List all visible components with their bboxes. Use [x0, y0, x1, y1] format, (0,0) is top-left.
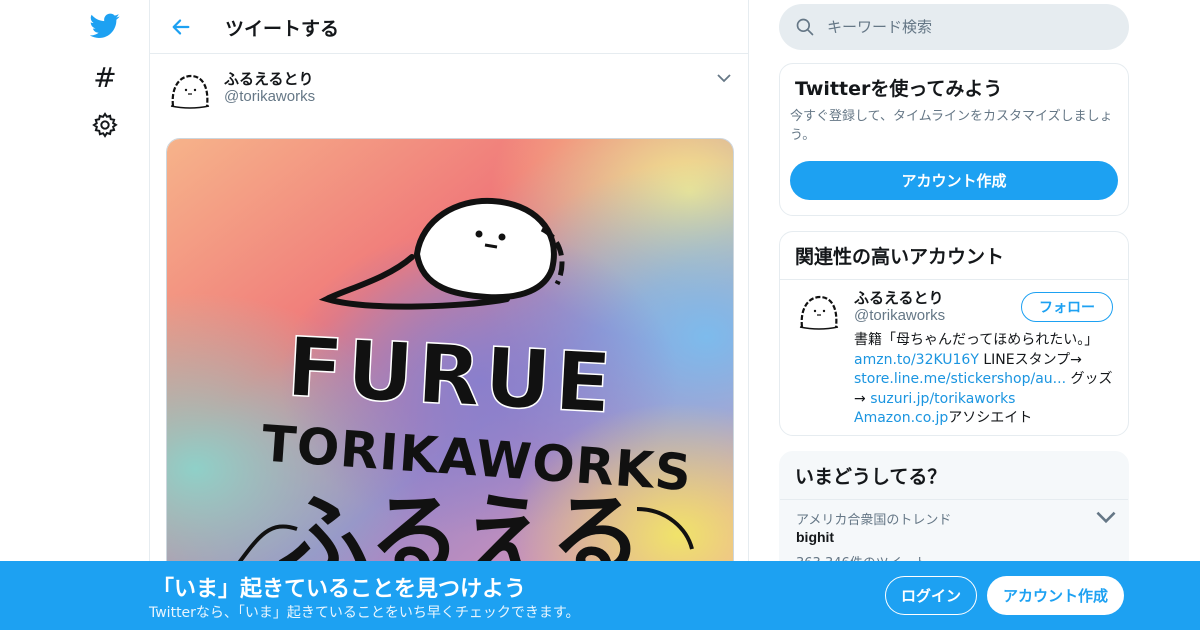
bio-text: LINEスタンプ→	[978, 351, 1082, 368]
trend-item[interactable]: bighit	[796, 529, 834, 545]
author-name[interactable]: ふるえるとり	[224, 68, 314, 89]
search-icon	[796, 18, 814, 36]
main-column: ツイートする ふるえるとり @torikaworks FURUE TORIKAW…	[149, 0, 749, 630]
page-header: ツイートする	[150, 0, 748, 54]
related-account-bio: 書籍「母ちゃんだってほめられたい。」 amzn.to/32KU16Y LINEスタ…	[854, 331, 1116, 429]
signup-banner: 「いま」起きていることを見つけよう Twitterなら、「いま」起きていることを…	[0, 561, 1200, 630]
page-title: ツイートする	[225, 18, 340, 40]
banner-subtitle: Twitterなら、「いま」起きていることをいち早くチェックできます。	[149, 605, 580, 621]
signup-card-description: 今すぐ登録して、タイムラインをカスタマイズしましょう。	[790, 109, 1113, 143]
trends-card-title: いまどうしてる？	[780, 452, 1128, 500]
bio-text: 書籍「母ちゃんだってほめられたい。」	[854, 332, 1099, 348]
hashtag-glyph: #	[93, 61, 117, 94]
tweet-menu-button[interactable]	[714, 68, 734, 88]
follow-button[interactable]: フォロー	[1021, 292, 1113, 322]
left-nav: #	[80, 0, 130, 630]
banner-title: 「いま」起きていることを見つけよう	[152, 577, 527, 602]
login-button[interactable]: ログイン	[885, 576, 977, 615]
signup-card-title: Twitterを使ってみよう	[795, 78, 1003, 100]
tweet-image[interactable]: FURUE TORIKAWORKS ふるえる	[166, 138, 734, 578]
image-word-furue: FURUE	[285, 320, 618, 432]
chevron-down-icon	[717, 74, 731, 83]
arrow-left-icon	[172, 19, 190, 35]
back-button[interactable]	[168, 14, 194, 40]
bio-link-suzuri[interactable]: suzuri.jp/torikaworks	[870, 391, 1015, 407]
bio-link-amazon-jp[interactable]: Amazon.co.jp	[854, 410, 948, 426]
related-account-handle[interactable]: @torikaworks	[854, 307, 945, 324]
chevron-down-icon[interactable]	[1096, 507, 1116, 527]
bio-link-line[interactable]: store.line.me/stickershop/au...	[854, 371, 1066, 387]
author-handle[interactable]: @torikaworks	[224, 88, 315, 105]
search-box	[779, 4, 1129, 50]
avatar[interactable]	[165, 66, 215, 116]
related-card-title: 関連性の高いアカウント	[780, 232, 1128, 280]
banner-create-account-button[interactable]: アカウント作成	[987, 576, 1124, 615]
related-accounts-card: 関連性の高いアカウント ふるえるとり @torikaworks フォロー 書籍「…	[779, 231, 1129, 436]
bio-text: アソシエイト	[948, 410, 1033, 426]
tweet-header: ふるえるとり @torikaworks	[150, 54, 748, 134]
avatar[interactable]	[794, 287, 844, 337]
twitter-bird-icon[interactable]	[90, 11, 120, 41]
bio-link-amazon[interactable]: amzn.to/32KU16Y	[854, 352, 979, 368]
trend-context: アメリカ合衆国のトレンド	[796, 513, 952, 528]
hashtag-icon[interactable]: #	[90, 63, 120, 93]
related-account-name[interactable]: ふるえるとり	[854, 287, 944, 308]
signup-card: Twitterを使ってみよう 今すぐ登録して、タイムラインをカスタマイズしましょ…	[779, 63, 1129, 216]
gear-icon[interactable]	[90, 110, 120, 140]
create-account-button[interactable]: アカウント作成	[790, 161, 1118, 200]
search-input[interactable]	[827, 4, 1117, 50]
